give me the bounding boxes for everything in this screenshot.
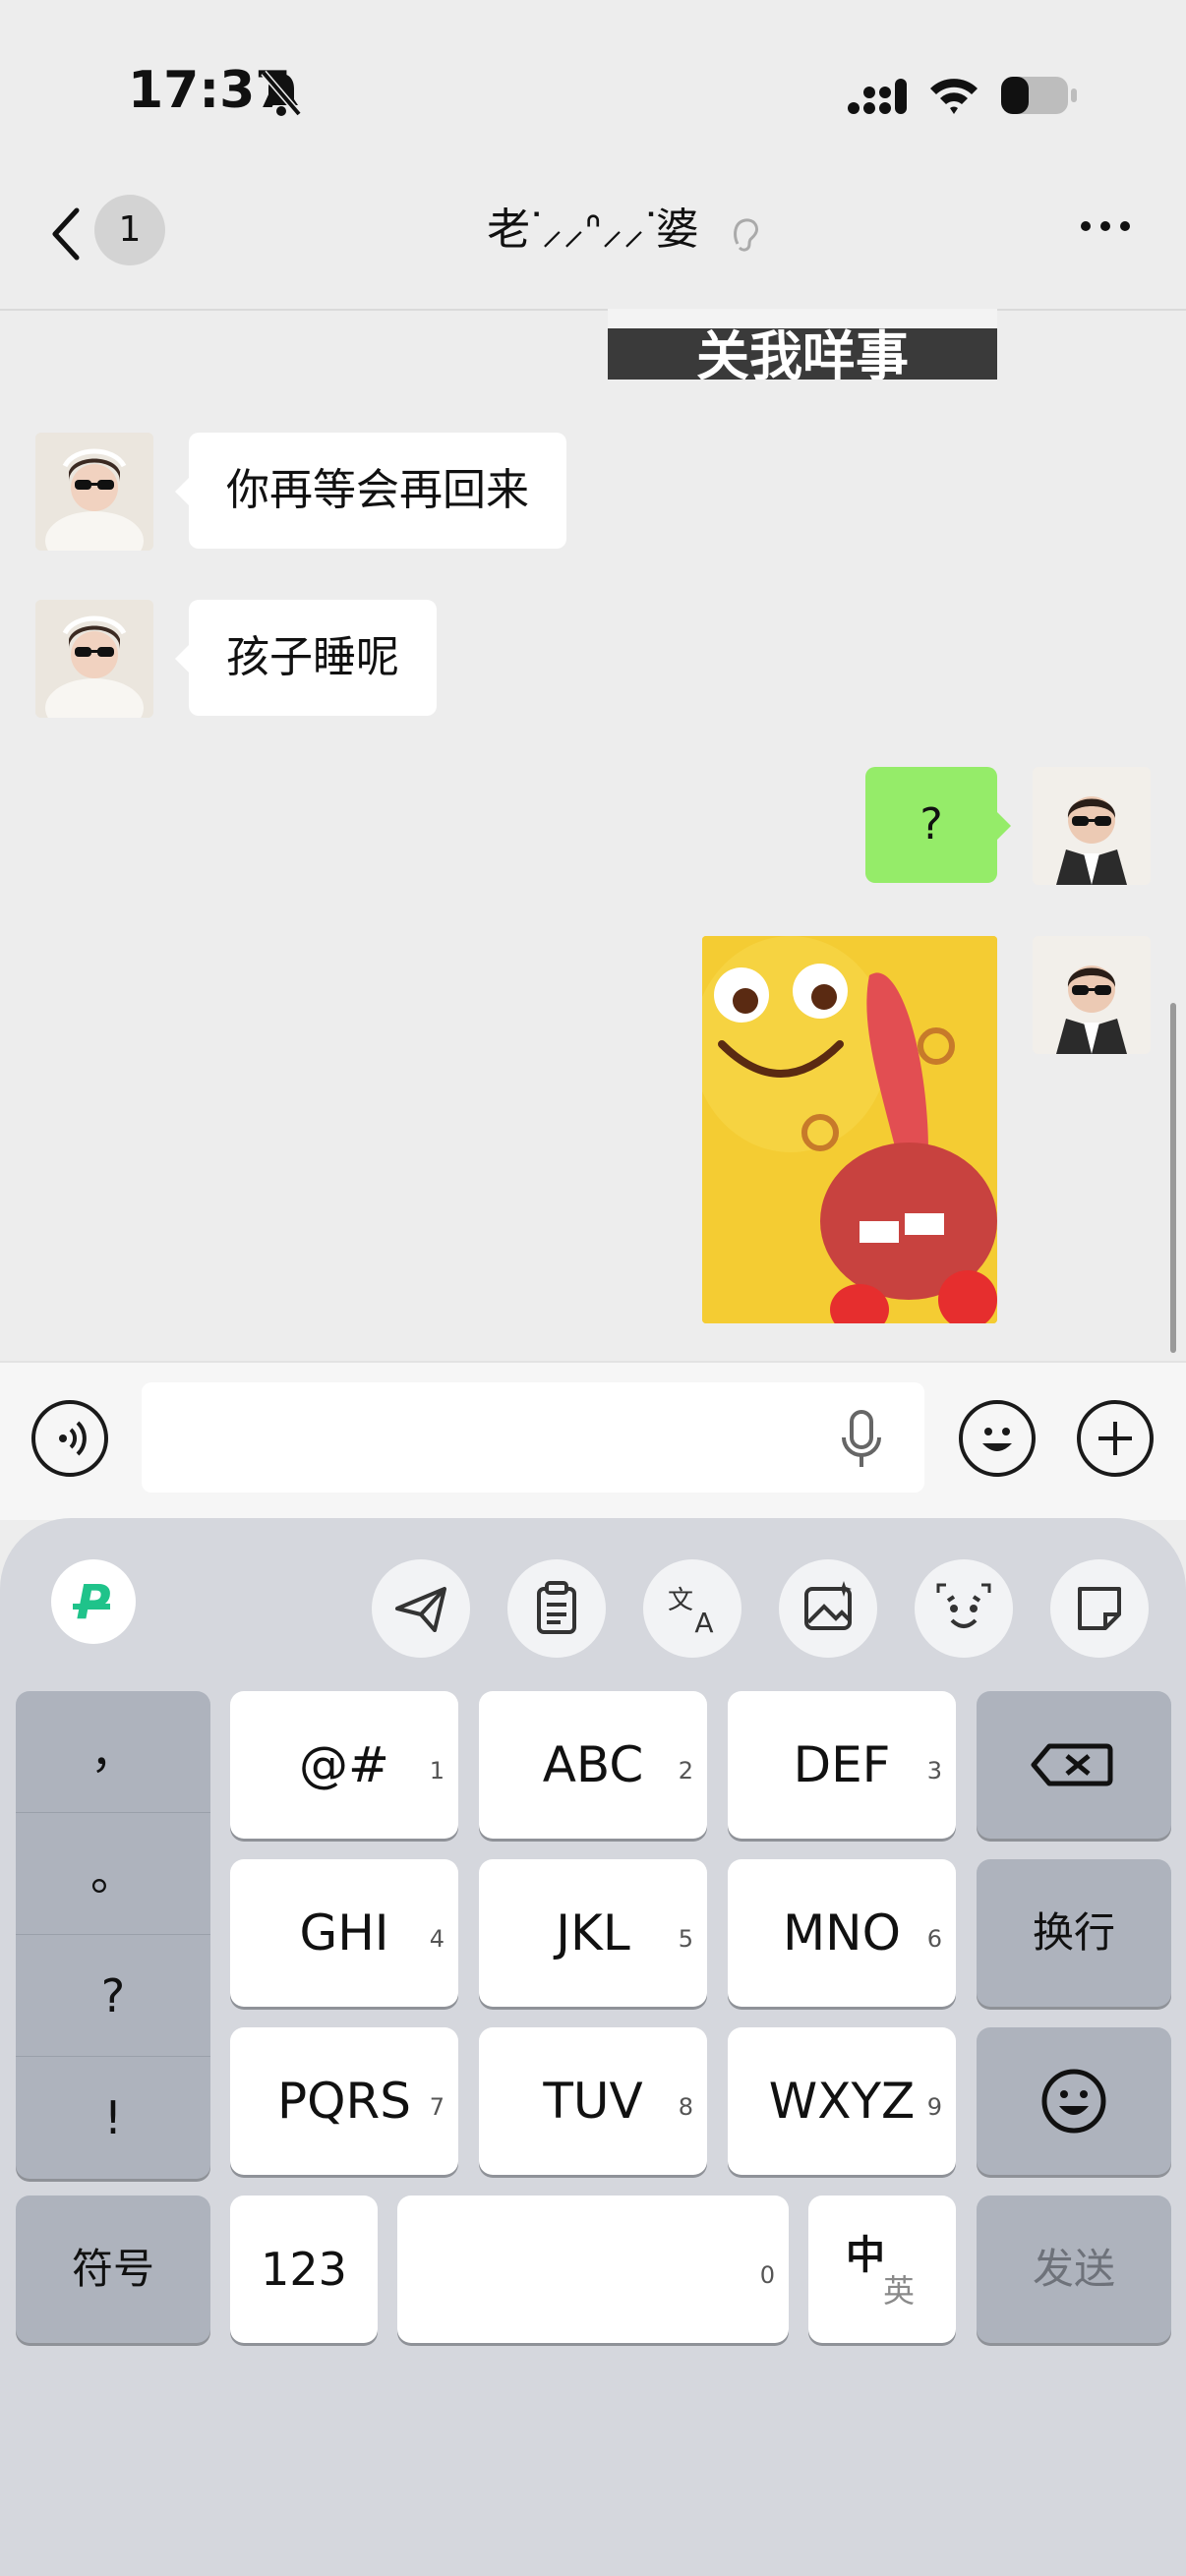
avatar-boy-image (1033, 936, 1151, 1054)
key-label: JKL (556, 1904, 630, 1961)
key-number: 3 (926, 1757, 942, 1785)
face-tool-button[interactable] (915, 1559, 1013, 1658)
image-sparkle-icon (804, 1581, 852, 1630)
microphone-icon[interactable] (838, 1410, 885, 1471)
key-label: PQRS (277, 2073, 411, 2130)
cute-face-icon (936, 1583, 991, 1628)
key-number: 4 (429, 1925, 445, 1953)
sticker-caption: 关我咩事 (696, 325, 909, 380)
svg-text:文: 文 (668, 1586, 693, 1615)
contact-avatar[interactable] (35, 600, 153, 718)
wifi-icon (930, 79, 978, 114)
key-label: MNO (783, 1904, 901, 1961)
key-number: 9 (926, 2093, 942, 2121)
punct-key-period[interactable]: 。 (16, 1813, 210, 1935)
key-def[interactable]: 3 DEF (728, 1691, 956, 1839)
sticker-note-icon (1078, 1587, 1121, 1630)
translate-tool-button[interactable]: 文 A (643, 1559, 741, 1658)
lang-alt-label: 英 (883, 2272, 916, 2310)
keyboard-brand-icon: P (73, 1575, 111, 1630)
punct-key-question[interactable]: ? (16, 1935, 210, 2057)
avatar-boy-image (1033, 767, 1151, 885)
key-label: ABC (542, 1736, 644, 1793)
space-key[interactable]: 0 (397, 2195, 789, 2343)
key-label: @# (299, 1736, 389, 1793)
translate-icon: 文 A (668, 1586, 714, 1639)
cellular-signal-icon (848, 79, 907, 114)
cartoon-sticker-graphic (702, 936, 997, 1323)
key-number: 6 (926, 1925, 942, 1953)
incoming-message[interactable]: 孩子睡呢 (189, 600, 437, 716)
backspace-key[interactable] (977, 1691, 1171, 1839)
image-tool-button[interactable] (779, 1559, 877, 1658)
bubble-tail (997, 812, 1011, 840)
key-label: WXYZ (768, 2073, 916, 2130)
key-number: 5 (678, 1925, 693, 1953)
smiley-icon (1041, 2069, 1106, 2134)
smiley-icon (982, 1428, 1012, 1451)
punct-key-exclaim[interactable]: ! (16, 2057, 210, 2179)
key-ghi[interactable]: 4 GHI (230, 1859, 458, 2007)
bubble-tail (175, 645, 189, 673)
punctuation-column: ， 。 ? ! (16, 1691, 210, 2179)
key-symbols-1[interactable]: 1 @# (230, 1691, 458, 1839)
key-label: TUV (543, 2073, 643, 2130)
symbols-key[interactable]: 符号 (16, 2195, 210, 2343)
emoji-button[interactable] (959, 1400, 1036, 1477)
key-number: 0 (759, 2261, 775, 2289)
unread-count-badge[interactable]: 1 (94, 195, 165, 265)
contact-avatar[interactable] (35, 433, 153, 551)
key-number: 7 (429, 2093, 445, 2121)
chat-scrollbar[interactable] (1170, 1003, 1176, 1353)
my-avatar[interactable] (1033, 936, 1151, 1054)
my-avatar[interactable] (1033, 767, 1151, 885)
sticker-tool-button[interactable] (1050, 1559, 1149, 1658)
key-abc[interactable]: 2 ABC (479, 1691, 707, 1839)
key-pqrs[interactable]: 7 PQRS (230, 2027, 458, 2175)
incoming-message[interactable]: 你再等会再回来 (189, 433, 566, 549)
svg-text:P: P (76, 1575, 110, 1630)
message-input[interactable] (142, 1382, 924, 1493)
key-number: 1 (429, 1757, 445, 1785)
paper-plane-icon (395, 1587, 446, 1632)
key-number: 8 (678, 2093, 693, 2121)
sticker-image[interactable] (702, 936, 997, 1323)
more-options-icon[interactable] (1078, 216, 1133, 236)
newline-key[interactable]: 换行 (977, 1859, 1171, 2007)
svg-text:A: A (694, 1607, 713, 1639)
battery-icon (1001, 77, 1077, 114)
numbers-key[interactable]: 123 (230, 2195, 378, 2343)
emoji-key[interactable] (977, 2027, 1171, 2175)
punct-key-comma[interactable]: ， (16, 1691, 210, 1813)
clipboard-icon (537, 1581, 576, 1634)
more-actions-button[interactable] (1077, 1400, 1154, 1477)
clipboard-tool-button[interactable] (507, 1559, 606, 1658)
voice-toggle-button[interactable] (31, 1400, 108, 1477)
ear-icon (734, 218, 759, 252)
key-wxyz[interactable]: 9 WXYZ (728, 2027, 956, 2175)
language-switch-key[interactable]: 中 英 (808, 2195, 956, 2343)
outgoing-message[interactable]: ? (865, 767, 997, 883)
key-number: 2 (678, 1757, 693, 1785)
send-key[interactable]: 发送 (977, 2195, 1171, 2343)
key-label: GHI (299, 1904, 389, 1961)
mute-bell-icon (261, 70, 302, 117)
keyboard-logo-button[interactable]: P (51, 1559, 136, 1644)
avatar-girl-image (35, 433, 153, 551)
send-tool-button[interactable] (372, 1559, 470, 1658)
backspace-icon (1031, 1743, 1113, 1786)
key-jkl[interactable]: 5 JKL (479, 1859, 707, 2007)
key-tuv[interactable]: 8 TUV (479, 2027, 707, 2175)
sticker-image-partial[interactable]: 关我咩事 (608, 309, 997, 380)
bubble-tail (175, 478, 189, 505)
key-mno[interactable]: 6 MNO (728, 1859, 956, 2007)
avatar-girl-image (35, 600, 153, 718)
back-chevron-icon[interactable] (47, 205, 87, 263)
key-label: DEF (793, 1736, 891, 1793)
lang-main-label: 中 (846, 2233, 885, 2278)
voice-wave-icon (59, 1421, 87, 1456)
plus-icon (1098, 1422, 1132, 1455)
